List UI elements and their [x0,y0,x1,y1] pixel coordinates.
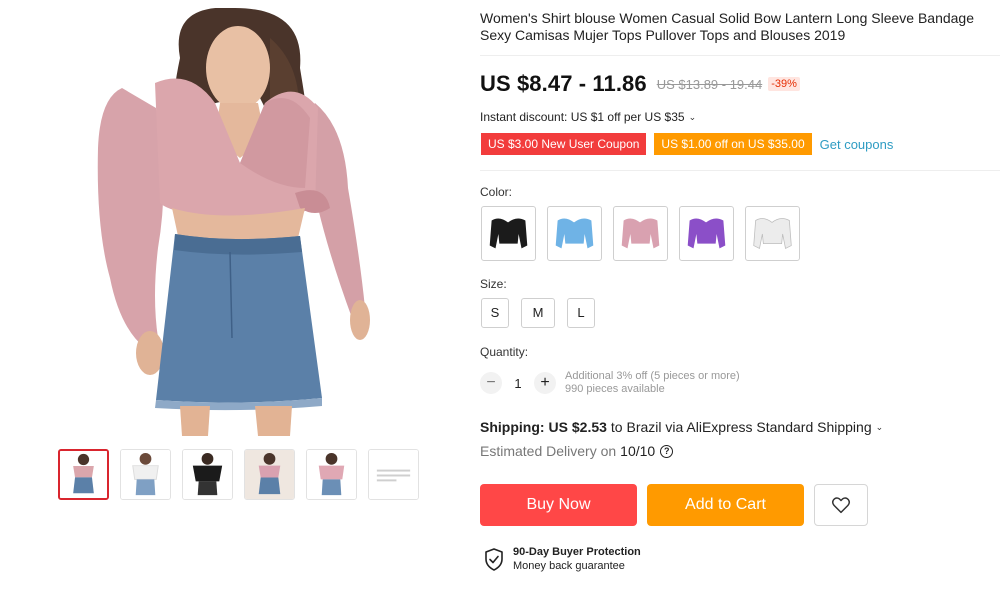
divider [480,170,1000,171]
thumbnail-strip [58,449,419,500]
instant-discount[interactable]: Instant discount: US $1 off per US $35 ⌄ [480,110,696,124]
protection-subtitle: Money back guarantee [513,560,625,572]
buyer-protection: 90-Day Buyer Protection Money back guara… [484,545,641,573]
delivery-date: 10/10 [620,443,656,459]
stock-available: 990 pieces available [565,383,665,395]
shield-check-icon [485,547,503,571]
purchase-actions: Buy Now Add to Cart [480,484,868,526]
color-swatch-blue[interactable] [547,206,602,261]
product-title: Women's Shirt blouse Women Casual Solid … [480,10,975,43]
shipping-cost: US $2.53 [548,419,607,435]
thumbnail-6[interactable] [368,449,419,500]
main-product-image[interactable] [60,8,416,436]
thumbnail-4[interactable] [244,449,295,500]
increase-quantity-button[interactable]: + [534,372,556,394]
quantity-stepper: − + Additional 3% off (5 pieces or more)… [480,370,740,396]
size-option-s[interactable]: S [481,298,509,328]
get-coupons-link[interactable]: Get coupons [820,137,894,152]
color-swatch-black[interactable] [481,206,536,261]
thumbnail-3[interactable] [182,449,233,500]
original-price: US $13.89 - 19.44 [656,76,763,92]
thumbnail-5[interactable] [306,449,357,500]
quantity-input[interactable] [502,375,534,391]
thumbnail-2[interactable] [120,449,171,500]
chevron-down-icon: ⌄ [688,111,697,122]
wishlist-button[interactable] [814,484,868,526]
add-to-cart-button[interactable]: Add to Cart [647,484,804,526]
color-swatch-white[interactable] [745,206,800,261]
shipping-detail: to Brazil via AliExpress Standard Shippi… [610,419,872,435]
size-option-l[interactable]: L [567,298,595,328]
shipping-info[interactable]: Shipping: US $2.53 to Brazil via AliExpr… [480,419,883,435]
delivery-prefix: Estimated Delivery on [480,443,617,459]
size-option-m[interactable]: M [521,298,555,328]
thumbnail-1[interactable] [58,449,109,500]
quantity-label: Quantity: [480,345,529,359]
buy-now-button[interactable]: Buy Now [480,484,637,526]
size-label: Size: [480,277,507,291]
price-row: US $8.47 - 11.86 US $13.89 - 19.44 -39% [480,71,800,97]
color-swatches [481,206,800,261]
quantity-note: Additional 3% off (5 pieces or more) 990… [565,370,740,396]
instant-discount-label: Instant discount: US $1 off per US $35 [480,110,685,124]
shipping-label: Shipping: [480,419,545,435]
color-swatch-pink[interactable] [613,206,668,261]
color-swatch-purple[interactable] [679,206,734,261]
help-icon[interactable]: ? [660,444,674,458]
bulk-discount-note: Additional 3% off (5 pieces or more) [565,370,740,382]
current-price: US $8.47 - 11.86 [480,71,647,96]
decrease-quantity-button[interactable]: − [480,372,502,394]
chevron-down-icon: ⌄ [875,421,884,432]
heart-icon [831,497,851,514]
color-label: Color: [480,185,513,199]
estimated-delivery: Estimated Delivery on 10/10 ? [480,443,674,459]
divider [480,55,1000,56]
protection-title: 90-Day Buyer Protection [513,546,641,558]
store-coupon[interactable]: US $1.00 off on US $35.00 [652,133,814,155]
discount-badge: -39% [768,77,800,91]
size-options: S M L [481,298,595,328]
coupon-row: US $3.00 New User Coupon US $1.00 off on… [478,133,894,155]
new-user-coupon[interactable]: US $3.00 New User Coupon [478,133,649,155]
